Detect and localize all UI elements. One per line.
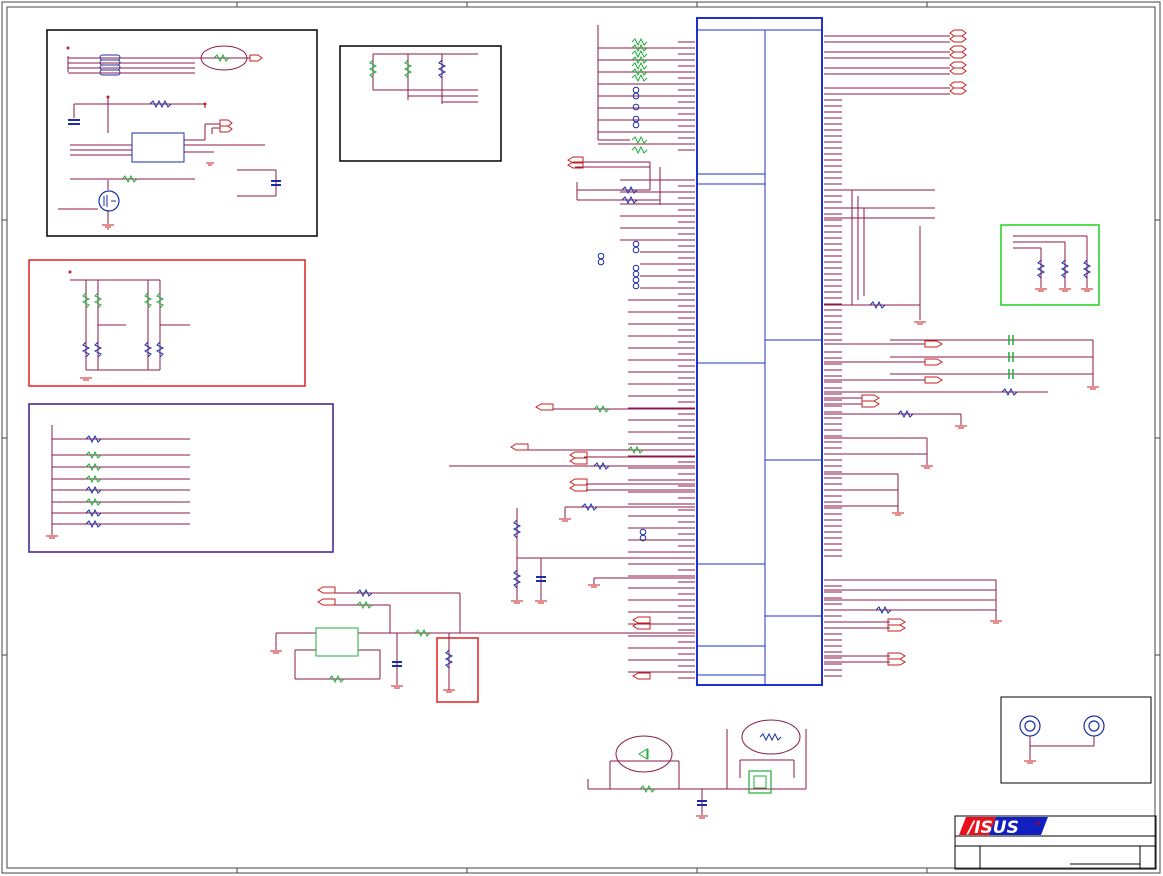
ic-upper-left-network: [567, 25, 661, 542]
asus-logo-text: /ISUS: [966, 818, 1019, 838]
regulator-ic: [131, 132, 185, 163]
mounting-holes-block: [1000, 696, 1152, 784]
ic-left-pin-wires: [598, 41, 695, 679]
power-regulator-block: [46, 29, 318, 237]
registered-mark: ®: [1034, 820, 1041, 828]
ic-right-network: [824, 29, 1099, 666]
tactile-switch: [748, 770, 772, 794]
series-resistor-block: [28, 403, 334, 553]
schematic-sheet: /ISUS ®: [1, 1, 1161, 874]
pullup-network-block: [339, 45, 502, 162]
clock-generator-section: [270, 586, 695, 703]
pulldown-resistor-block: [1000, 224, 1100, 306]
net-highlight-ellipse-diode: [615, 735, 673, 773]
mounting-hole-left: [1019, 715, 1041, 737]
ic-left-signal-offpage: [449, 403, 695, 522]
termination-highlight: [436, 637, 479, 703]
ground-symbol: [102, 162, 214, 230]
title-block: /ISUS ®: [954, 815, 1157, 870]
bottom-diode-section: [587, 735, 740, 819]
ic-bias-network: [511, 508, 695, 604]
main-chipset-ic: [696, 17, 823, 686]
mounting-hole-right: [1083, 715, 1105, 737]
bottom-switch-section: [726, 719, 807, 794]
crystal-oscillator: [315, 627, 359, 657]
asus-logo: /ISUS ®: [959, 817, 1048, 838]
strapping-resistor-block: [28, 259, 306, 387]
